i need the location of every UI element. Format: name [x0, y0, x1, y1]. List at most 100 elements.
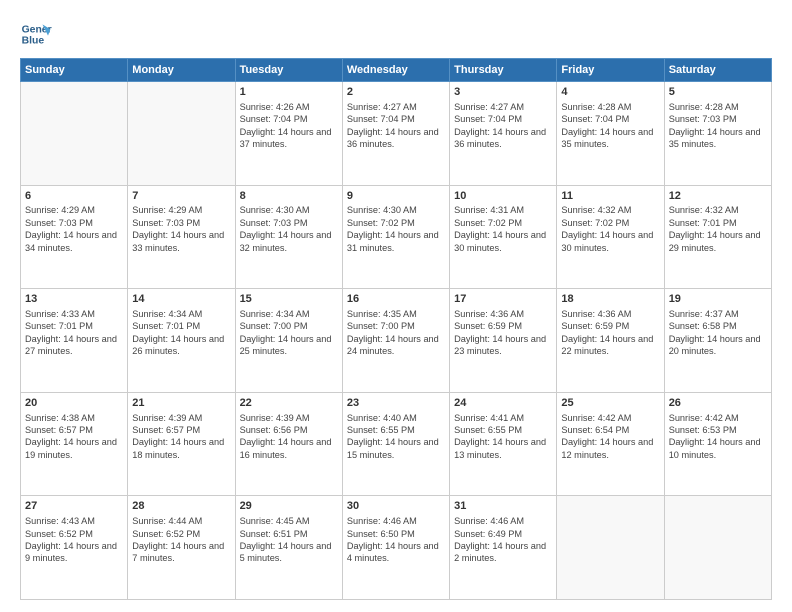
day-number: 22 [240, 396, 338, 411]
logo: General Blue [20, 18, 56, 50]
day-number: 27 [25, 499, 123, 514]
weekday-tuesday: Tuesday [235, 59, 342, 82]
day-cell [128, 82, 235, 186]
day-number: 7 [132, 189, 230, 204]
day-info: Sunrise: 4:27 AM Sunset: 7:04 PM Dayligh… [347, 101, 445, 151]
day-number: 21 [132, 396, 230, 411]
weekday-sunday: Sunday [21, 59, 128, 82]
weekday-wednesday: Wednesday [342, 59, 449, 82]
day-cell: 28Sunrise: 4:44 AM Sunset: 6:52 PM Dayli… [128, 496, 235, 600]
day-number: 6 [25, 189, 123, 204]
day-cell: 11Sunrise: 4:32 AM Sunset: 7:02 PM Dayli… [557, 185, 664, 289]
day-cell: 3Sunrise: 4:27 AM Sunset: 7:04 PM Daylig… [450, 82, 557, 186]
day-number: 10 [454, 189, 552, 204]
day-info: Sunrise: 4:34 AM Sunset: 7:00 PM Dayligh… [240, 308, 338, 358]
day-cell: 10Sunrise: 4:31 AM Sunset: 7:02 PM Dayli… [450, 185, 557, 289]
day-cell: 6Sunrise: 4:29 AM Sunset: 7:03 PM Daylig… [21, 185, 128, 289]
day-info: Sunrise: 4:34 AM Sunset: 7:01 PM Dayligh… [132, 308, 230, 358]
day-number: 29 [240, 499, 338, 514]
weekday-saturday: Saturday [664, 59, 771, 82]
day-cell [557, 496, 664, 600]
day-cell: 20Sunrise: 4:38 AM Sunset: 6:57 PM Dayli… [21, 392, 128, 496]
weekday-thursday: Thursday [450, 59, 557, 82]
day-cell: 17Sunrise: 4:36 AM Sunset: 6:59 PM Dayli… [450, 289, 557, 393]
day-info: Sunrise: 4:29 AM Sunset: 7:03 PM Dayligh… [25, 204, 123, 254]
day-info: Sunrise: 4:35 AM Sunset: 7:00 PM Dayligh… [347, 308, 445, 358]
day-info: Sunrise: 4:44 AM Sunset: 6:52 PM Dayligh… [132, 515, 230, 565]
day-cell: 29Sunrise: 4:45 AM Sunset: 6:51 PM Dayli… [235, 496, 342, 600]
page: General Blue SundayMondayTuesdayWednesda… [0, 0, 792, 612]
week-row-2: 6Sunrise: 4:29 AM Sunset: 7:03 PM Daylig… [21, 185, 772, 289]
week-row-4: 20Sunrise: 4:38 AM Sunset: 6:57 PM Dayli… [21, 392, 772, 496]
day-cell: 9Sunrise: 4:30 AM Sunset: 7:02 PM Daylig… [342, 185, 449, 289]
day-cell: 14Sunrise: 4:34 AM Sunset: 7:01 PM Dayli… [128, 289, 235, 393]
day-cell: 27Sunrise: 4:43 AM Sunset: 6:52 PM Dayli… [21, 496, 128, 600]
day-info: Sunrise: 4:36 AM Sunset: 6:59 PM Dayligh… [454, 308, 552, 358]
day-number: 25 [561, 396, 659, 411]
day-cell: 23Sunrise: 4:40 AM Sunset: 6:55 PM Dayli… [342, 392, 449, 496]
day-number: 30 [347, 499, 445, 514]
day-cell: 30Sunrise: 4:46 AM Sunset: 6:50 PM Dayli… [342, 496, 449, 600]
day-info: Sunrise: 4:43 AM Sunset: 6:52 PM Dayligh… [25, 515, 123, 565]
day-cell: 2Sunrise: 4:27 AM Sunset: 7:04 PM Daylig… [342, 82, 449, 186]
day-info: Sunrise: 4:41 AM Sunset: 6:55 PM Dayligh… [454, 412, 552, 462]
day-cell: 18Sunrise: 4:36 AM Sunset: 6:59 PM Dayli… [557, 289, 664, 393]
svg-text:Blue: Blue [22, 36, 45, 47]
day-info: Sunrise: 4:39 AM Sunset: 6:56 PM Dayligh… [240, 412, 338, 462]
day-info: Sunrise: 4:27 AM Sunset: 7:04 PM Dayligh… [454, 101, 552, 151]
day-cell: 5Sunrise: 4:28 AM Sunset: 7:03 PM Daylig… [664, 82, 771, 186]
day-info: Sunrise: 4:26 AM Sunset: 7:04 PM Dayligh… [240, 101, 338, 151]
day-number: 4 [561, 85, 659, 100]
day-info: Sunrise: 4:45 AM Sunset: 6:51 PM Dayligh… [240, 515, 338, 565]
day-cell: 24Sunrise: 4:41 AM Sunset: 6:55 PM Dayli… [450, 392, 557, 496]
week-row-5: 27Sunrise: 4:43 AM Sunset: 6:52 PM Dayli… [21, 496, 772, 600]
calendar-table: SundayMondayTuesdayWednesdayThursdayFrid… [20, 58, 772, 600]
day-number: 28 [132, 499, 230, 514]
day-cell [21, 82, 128, 186]
day-info: Sunrise: 4:38 AM Sunset: 6:57 PM Dayligh… [25, 412, 123, 462]
logo-icon: General Blue [20, 18, 52, 50]
day-cell: 7Sunrise: 4:29 AM Sunset: 7:03 PM Daylig… [128, 185, 235, 289]
day-number: 14 [132, 292, 230, 307]
day-number: 13 [25, 292, 123, 307]
day-number: 8 [240, 189, 338, 204]
day-info: Sunrise: 4:28 AM Sunset: 7:04 PM Dayligh… [561, 101, 659, 151]
day-number: 16 [347, 292, 445, 307]
day-number: 1 [240, 85, 338, 100]
day-number: 15 [240, 292, 338, 307]
day-info: Sunrise: 4:37 AM Sunset: 6:58 PM Dayligh… [669, 308, 767, 358]
day-number: 18 [561, 292, 659, 307]
day-info: Sunrise: 4:46 AM Sunset: 6:49 PM Dayligh… [454, 515, 552, 565]
day-info: Sunrise: 4:32 AM Sunset: 7:01 PM Dayligh… [669, 204, 767, 254]
day-info: Sunrise: 4:40 AM Sunset: 6:55 PM Dayligh… [347, 412, 445, 462]
day-cell: 19Sunrise: 4:37 AM Sunset: 6:58 PM Dayli… [664, 289, 771, 393]
day-cell: 21Sunrise: 4:39 AM Sunset: 6:57 PM Dayli… [128, 392, 235, 496]
day-info: Sunrise: 4:30 AM Sunset: 7:02 PM Dayligh… [347, 204, 445, 254]
day-number: 24 [454, 396, 552, 411]
day-number: 11 [561, 189, 659, 204]
day-number: 26 [669, 396, 767, 411]
day-number: 17 [454, 292, 552, 307]
day-info: Sunrise: 4:39 AM Sunset: 6:57 PM Dayligh… [132, 412, 230, 462]
day-number: 2 [347, 85, 445, 100]
day-info: Sunrise: 4:29 AM Sunset: 7:03 PM Dayligh… [132, 204, 230, 254]
weekday-monday: Monday [128, 59, 235, 82]
day-cell: 31Sunrise: 4:46 AM Sunset: 6:49 PM Dayli… [450, 496, 557, 600]
weekday-friday: Friday [557, 59, 664, 82]
week-row-1: 1Sunrise: 4:26 AM Sunset: 7:04 PM Daylig… [21, 82, 772, 186]
day-number: 20 [25, 396, 123, 411]
day-info: Sunrise: 4:36 AM Sunset: 6:59 PM Dayligh… [561, 308, 659, 358]
day-number: 19 [669, 292, 767, 307]
day-number: 5 [669, 85, 767, 100]
day-info: Sunrise: 4:30 AM Sunset: 7:03 PM Dayligh… [240, 204, 338, 254]
day-cell: 4Sunrise: 4:28 AM Sunset: 7:04 PM Daylig… [557, 82, 664, 186]
week-row-3: 13Sunrise: 4:33 AM Sunset: 7:01 PM Dayli… [21, 289, 772, 393]
day-cell: 12Sunrise: 4:32 AM Sunset: 7:01 PM Dayli… [664, 185, 771, 289]
day-number: 9 [347, 189, 445, 204]
day-cell: 8Sunrise: 4:30 AM Sunset: 7:03 PM Daylig… [235, 185, 342, 289]
day-info: Sunrise: 4:32 AM Sunset: 7:02 PM Dayligh… [561, 204, 659, 254]
day-cell: 16Sunrise: 4:35 AM Sunset: 7:00 PM Dayli… [342, 289, 449, 393]
day-number: 12 [669, 189, 767, 204]
header: General Blue [20, 18, 772, 50]
day-cell [664, 496, 771, 600]
